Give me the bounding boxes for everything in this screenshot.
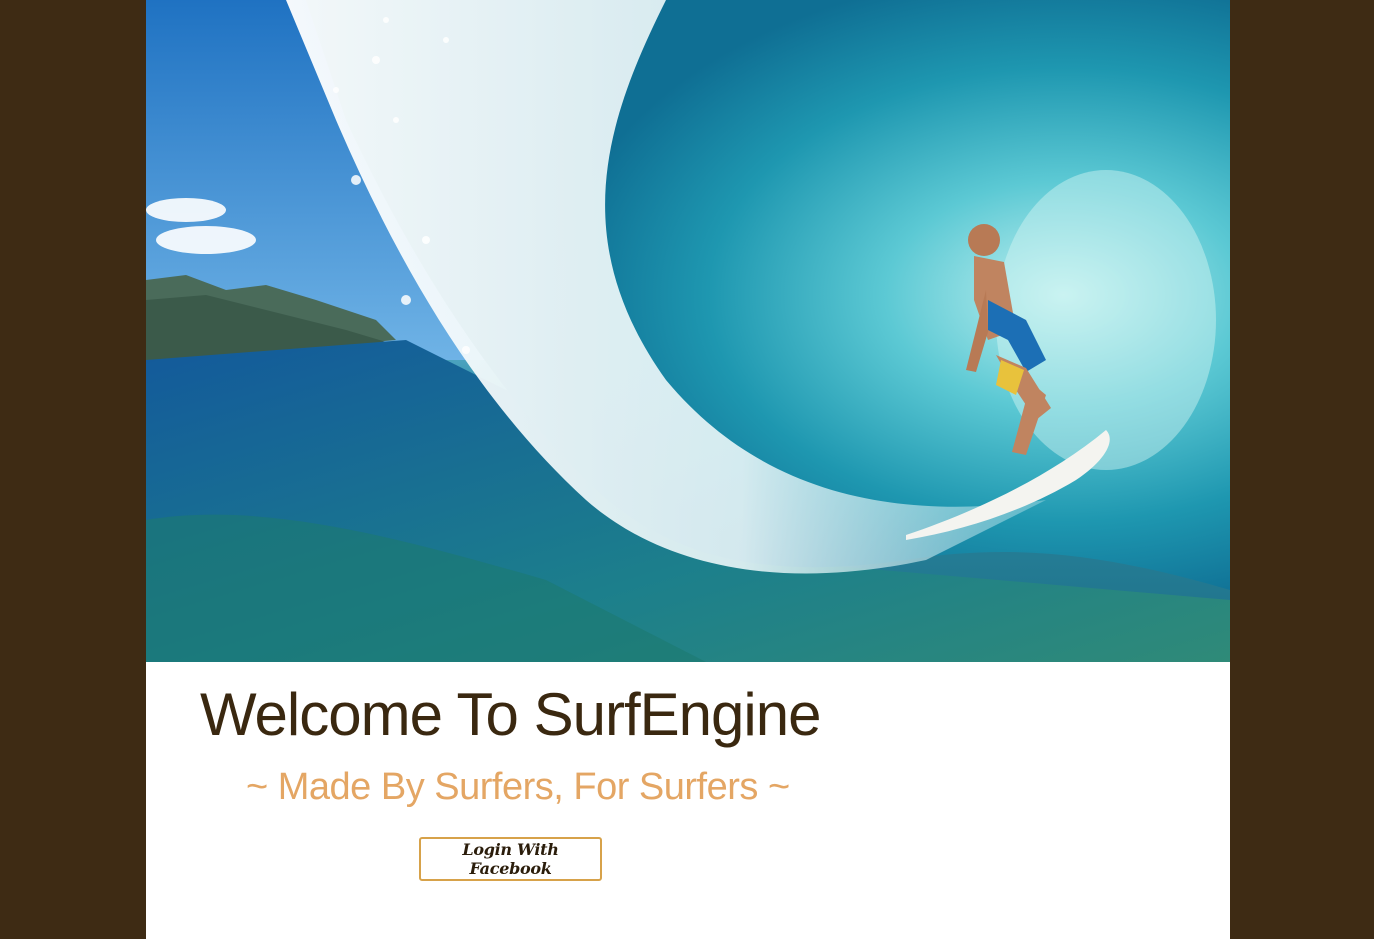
page-tagline: ~ Made By Surfers, For Surfers ~ [246, 766, 790, 808]
hero-image [146, 0, 1230, 662]
content-panel: Welcome To SurfEngine ~ Made By Surfers,… [146, 0, 1230, 939]
login-with-facebook-button[interactable]: Login With Facebook [419, 837, 602, 881]
page-title: Welcome To SurfEngine [200, 681, 821, 748]
